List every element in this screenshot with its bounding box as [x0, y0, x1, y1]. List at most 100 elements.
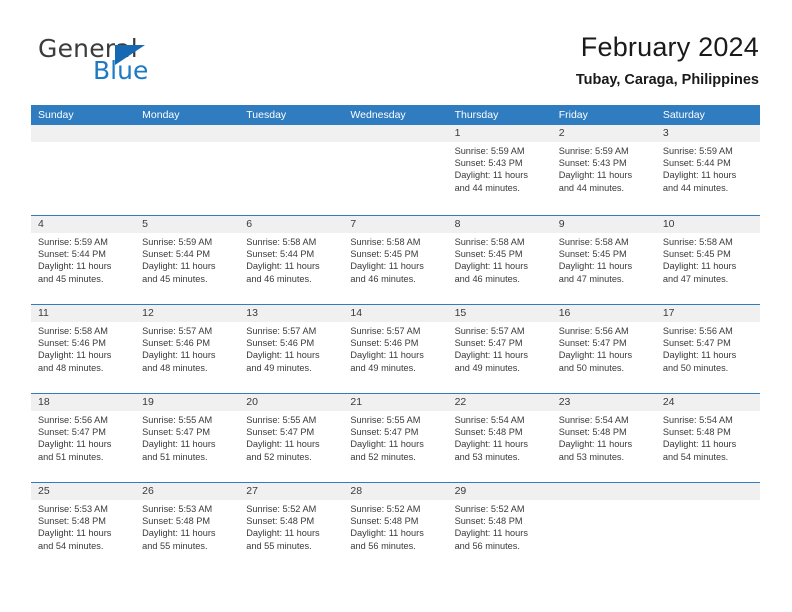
calendar-weeks: 1 Sunrise: 5:59 AM Sunset: 5:43 PM Daylight… [31, 125, 760, 570]
sunrise-text: Sunrise: 5:52 AM [246, 504, 317, 514]
daylight-text-cont: and 44 minutes. [662, 182, 729, 193]
day-number: 21 [343, 394, 448, 411]
calendar-day-cell[interactable]: 1 Sunrise: 5:59 AM Sunset: 5:43 PM Daylight… [447, 125, 552, 214]
day-number: 25 [31, 483, 136, 500]
daylight-text-cont: and 49 minutes. [246, 362, 312, 373]
weekday-header-wednesday: Wednesday [350, 109, 406, 121]
day-details: Sunrise: 5:58 AM Sunset: 5:45 PM Daylight:… [552, 233, 656, 285]
calendar-week-row: 18 Sunrise: 5:56 AM Sunset: 5:47 PM Dayligh… [31, 392, 760, 481]
calendar-day-cell[interactable]: 14 Sunrise: 5:57 AM Sunset: 5:46 PM Dayligh… [343, 304, 448, 392]
daylight-text: Daylight: 11 hours [350, 439, 424, 450]
daylight-text-cont: and 55 minutes. [142, 540, 208, 551]
calendar-day-cell[interactable]: 7 Sunrise: 5:58 AM Sunset: 5:45 PM Daylight… [343, 215, 448, 303]
day-number: 8 [447, 216, 552, 233]
sunset-text: Sunset: 5:46 PM [142, 338, 211, 349]
calendar-day-cell[interactable]: 11 Sunrise: 5:58 AM Sunset: 5:46 PM Dayligh… [31, 304, 136, 392]
calendar-day-cell[interactable]: 6 Sunrise: 5:58 AM Sunset: 5:44 PM Daylight… [239, 215, 344, 303]
daylight-text-cont: and 51 minutes. [142, 451, 208, 462]
daylight-text-cont: and 50 minutes. [662, 362, 729, 373]
day-number: 11 [31, 305, 136, 322]
sunrise-text: Sunrise: 5:59 AM [142, 237, 213, 247]
sunset-text: Sunset: 5:48 PM [142, 516, 211, 527]
day-details [239, 142, 343, 145]
day-details: Sunrise: 5:59 AM Sunset: 5:44 PM Daylight:… [31, 233, 135, 285]
daylight-text: Daylight: 11 hours [662, 261, 737, 272]
calendar-day-cell[interactable]: 23 Sunrise: 5:54 AM Sunset: 5:48 PM Dayligh… [551, 393, 656, 481]
calendar-day-cell[interactable]: 28 Sunrise: 5:52 AM Sunset: 5:48 PM Dayligh… [343, 482, 448, 570]
calendar-day-cell[interactable]: 4 Sunrise: 5:59 AM Sunset: 5:44 PM Daylight… [31, 215, 136, 303]
sunset-text: Sunset: 5:47 PM [454, 338, 523, 349]
weekday-header-monday: Monday [142, 109, 180, 121]
day-number: 28 [343, 483, 448, 500]
day-number: 3 [655, 125, 760, 142]
sunset-text: Sunset: 5:47 PM [246, 427, 315, 438]
daylight-text-cont: and 53 minutes. [558, 451, 625, 462]
daylight-text-cont: and 46 minutes. [454, 273, 520, 284]
calendar-day-cell[interactable]: 27 Sunrise: 5:52 AM Sunset: 5:48 PM Dayligh… [239, 482, 344, 570]
day-number: 14 [343, 305, 448, 322]
calendar-day-cell[interactable]: 17 Sunrise: 5:56 AM Sunset: 5:47 PM Dayligh… [655, 304, 760, 392]
day-details: Sunrise: 5:59 AM Sunset: 5:44 PM Daylight:… [135, 233, 239, 285]
daylight-text-cont: and 45 minutes. [38, 273, 104, 284]
sunset-text: Sunset: 5:48 PM [558, 427, 627, 438]
sunset-text: Sunset: 5:47 PM [38, 427, 106, 438]
day-number: 26 [135, 483, 240, 500]
calendar-day-cell[interactable]: 21 Sunrise: 5:55 AM Sunset: 5:47 PM Dayligh… [343, 393, 448, 481]
day-details: Sunrise: 5:52 AM Sunset: 5:48 PM Daylight:… [448, 500, 552, 552]
calendar-day-cell[interactable]: 9 Sunrise: 5:58 AM Sunset: 5:45 PM Daylight… [551, 215, 656, 303]
calendar-day-cell[interactable]: 12 Sunrise: 5:57 AM Sunset: 5:46 PM Dayligh… [135, 304, 240, 392]
calendar-day-cell[interactable]: 22 Sunrise: 5:54 AM Sunset: 5:48 PM Dayligh… [447, 393, 552, 481]
calendar-page: General Blue February 2024 Tubay, Caraga… [0, 0, 792, 612]
daylight-text: Daylight: 11 hours [662, 170, 737, 181]
calendar-day-cell[interactable]: 8 Sunrise: 5:58 AM Sunset: 5:45 PM Daylight… [447, 215, 552, 303]
sunrise-text: Sunrise: 5:53 AM [38, 504, 108, 514]
calendar-day-cell[interactable]: 5 Sunrise: 5:59 AM Sunset: 5:44 PM Daylight… [135, 215, 240, 303]
calendar-day-cell[interactable]: 2 Sunrise: 5:59 AM Sunset: 5:43 PM Daylight… [551, 125, 656, 214]
calendar-day-cell[interactable]: 15 Sunrise: 5:57 AM Sunset: 5:47 PM Dayligh… [447, 304, 552, 392]
calendar-day-cell[interactable]: 19 Sunrise: 5:55 AM Sunset: 5:47 PM Dayligh… [135, 393, 240, 481]
daylight-text-cont: and 49 minutes. [454, 362, 520, 373]
calendar-day-cell[interactable]: 3 Sunrise: 5:59 AM Sunset: 5:44 PM Daylight… [655, 125, 760, 214]
daylight-text-cont: and 54 minutes. [662, 451, 729, 462]
daylight-text: Daylight: 11 hours [558, 261, 633, 272]
sunset-text: Sunset: 5:48 PM [350, 516, 419, 527]
day-details: Sunrise: 5:59 AM Sunset: 5:43 PM Daylight:… [448, 142, 552, 194]
daylight-text: Daylight: 11 hours [38, 439, 112, 450]
calendar-day-cell[interactable]: 13 Sunrise: 5:57 AM Sunset: 5:46 PM Dayligh… [239, 304, 344, 392]
daylight-text: Daylight: 11 hours [558, 439, 633, 450]
daylight-text: Daylight: 11 hours [350, 350, 424, 361]
daylight-text: Daylight: 11 hours [246, 350, 320, 361]
daylight-text: Daylight: 11 hours [142, 528, 216, 539]
general-blue-logo[interactable]: General Blue [38, 34, 238, 90]
sunrise-text: Sunrise: 5:55 AM [142, 415, 213, 425]
sunrise-text: Sunrise: 5:59 AM [38, 237, 108, 247]
daylight-text: Daylight: 11 hours [558, 170, 633, 181]
calendar-day-cell[interactable]: 18 Sunrise: 5:56 AM Sunset: 5:47 PM Dayligh… [31, 393, 136, 481]
daylight-text: Daylight: 11 hours [246, 439, 320, 450]
sunset-text: Sunset: 5:44 PM [142, 249, 211, 260]
daylight-text: Daylight: 11 hours [454, 350, 528, 361]
weekday-header-sunday: Sunday [38, 109, 74, 121]
day-details: Sunrise: 5:54 AM Sunset: 5:48 PM Daylight:… [552, 411, 656, 463]
daylight-text: Daylight: 11 hours [246, 528, 320, 539]
day-number [135, 125, 240, 142]
daylight-text: Daylight: 11 hours [350, 261, 424, 272]
day-number: 17 [655, 305, 760, 322]
daylight-text: Daylight: 11 hours [454, 528, 528, 539]
daylight-text-cont: and 48 minutes. [38, 362, 104, 373]
daylight-text: Daylight: 11 hours [38, 350, 112, 361]
daylight-text: Daylight: 11 hours [350, 528, 424, 539]
sunset-text: Sunset: 5:46 PM [246, 338, 315, 349]
calendar-day-cell[interactable]: 25 Sunrise: 5:53 AM Sunset: 5:48 PM Dayligh… [31, 482, 136, 570]
calendar-week-row: 11 Sunrise: 5:58 AM Sunset: 5:46 PM Dayligh… [31, 303, 760, 392]
calendar-day-cell[interactable]: 20 Sunrise: 5:55 AM Sunset: 5:47 PM Dayligh… [239, 393, 344, 481]
calendar-day-cell[interactable]: 26 Sunrise: 5:53 AM Sunset: 5:48 PM Dayligh… [135, 482, 240, 570]
calendar-day-cell[interactable]: 16 Sunrise: 5:56 AM Sunset: 5:47 PM Dayligh… [551, 304, 656, 392]
calendar-day-cell[interactable]: 24 Sunrise: 5:54 AM Sunset: 5:48 PM Dayligh… [655, 393, 760, 481]
sunrise-text: Sunrise: 5:59 AM [662, 146, 733, 156]
calendar-day-cell[interactable]: 29 Sunrise: 5:52 AM Sunset: 5:48 PM Dayligh… [447, 482, 552, 570]
calendar-day-cell[interactable]: 10 Sunrise: 5:58 AM Sunset: 5:45 PM Dayligh… [655, 215, 760, 303]
day-details: Sunrise: 5:53 AM Sunset: 5:48 PM Daylight:… [31, 500, 135, 552]
daylight-text-cont: and 54 minutes. [38, 540, 104, 551]
daylight-text: Daylight: 11 hours [454, 261, 528, 272]
